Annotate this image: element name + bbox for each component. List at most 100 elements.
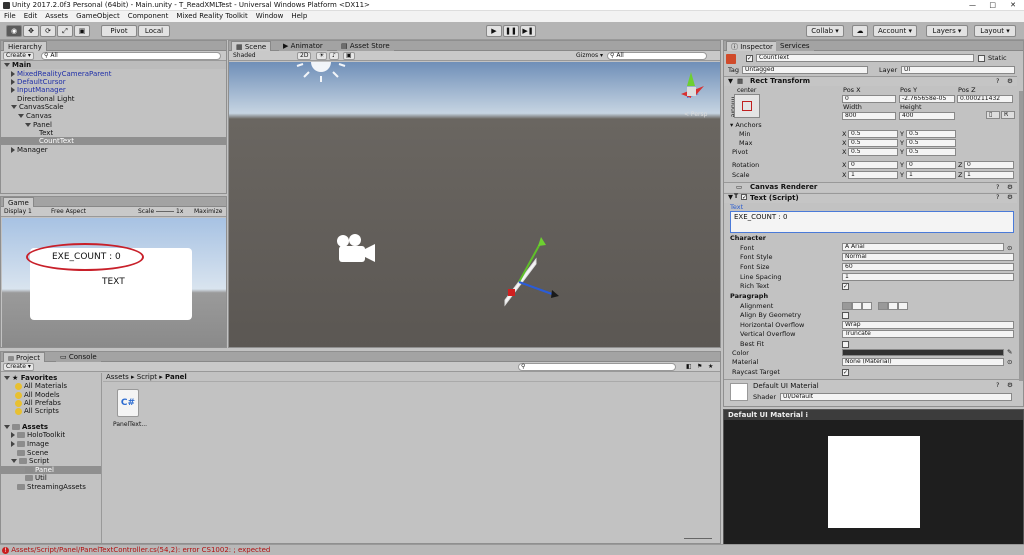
tab-game[interactable]: Game [3, 197, 34, 207]
line-spacing-field[interactable]: 1 [842, 273, 1014, 281]
pos-z-field[interactable]: 0.000211432 [957, 95, 1013, 103]
breadcrumb-assets[interactable]: Assets [106, 373, 129, 381]
project-search-input[interactable]: ⚲ [518, 363, 676, 371]
cloud-icon[interactable]: ☁ [852, 25, 868, 37]
scale-slider[interactable] [156, 211, 174, 212]
favorite-icon[interactable]: ★ [708, 362, 713, 372]
hierarchy-item[interactable]: InputManager [1, 86, 66, 94]
best-fit-checkbox[interactable] [842, 341, 849, 348]
rotation-y-field[interactable]: 0 [906, 161, 956, 169]
game-view[interactable]: EXE_COUNT : 0 TEXT [2, 218, 226, 347]
pivot-x-field[interactable]: 0.5 [848, 148, 898, 156]
settings-gear-icon[interactable]: ⚙ [1007, 193, 1013, 201]
anchor-max-y-field[interactable]: 0.5 [906, 139, 956, 147]
menu-component[interactable]: Component [124, 11, 173, 22]
eyedropper-icon[interactable]: ✎ [1007, 348, 1012, 356]
audio-toggle-icon[interactable]: ♪ [329, 52, 339, 60]
material-preview-image[interactable] [828, 436, 920, 528]
tab-hierarchy[interactable]: Hierarchy [3, 41, 47, 51]
layout-button[interactable]: Layout ▾ [974, 25, 1016, 37]
shader-select[interactable]: UI/Default [780, 393, 1012, 401]
favorites-header[interactable]: ★ Favorites [1, 374, 57, 382]
align-center-button[interactable] [852, 302, 862, 310]
project-create-button[interactable]: Create ▾ [3, 363, 34, 371]
tab-project[interactable]: Project [3, 352, 45, 362]
move-tool-button[interactable]: ✥ [23, 25, 39, 37]
expand-icon[interactable]: ▼ [728, 193, 733, 201]
hierarchy-item[interactable]: MixedRealityCameraParent [1, 70, 111, 78]
scene-search-input[interactable]: ⚲ All [607, 52, 707, 60]
help-icon[interactable]: ? [996, 77, 999, 85]
pos-x-field[interactable]: 0 [842, 95, 896, 103]
settings-gear-icon[interactable]: ⚙ [1007, 77, 1013, 85]
font-style-select[interactable]: Normal [842, 253, 1014, 261]
menu-assets[interactable]: Assets [41, 11, 72, 22]
hand-tool-button[interactable]: ◉ [6, 25, 22, 37]
asset-file[interactable]: C# PanelText... [113, 389, 147, 433]
asset-folder[interactable]: HoloToolkit [1, 431, 65, 439]
tab-services[interactable]: Services [776, 41, 814, 51]
font-size-field[interactable]: 60 [842, 263, 1014, 271]
display-select[interactable]: Display 1 [4, 207, 32, 217]
tag-select[interactable]: Untagged [742, 66, 868, 74]
scene-root[interactable]: Main [1, 61, 226, 69]
favorite-item[interactable]: All Models [1, 391, 60, 399]
2d-toggle[interactable]: 2D [297, 52, 312, 60]
tab-inspector[interactable]: ⓘ Inspector [726, 41, 778, 51]
align-right-button[interactable] [862, 302, 872, 310]
settings-gear-icon[interactable]: ⚙ [1007, 381, 1013, 389]
hierarchy-search-input[interactable]: ⚲ All [41, 52, 221, 60]
anchor-min-y-field[interactable]: 0.5 [906, 130, 956, 138]
horizontal-overflow-select[interactable]: Wrap [842, 321, 1014, 329]
menu-mixed-reality-toolkit[interactable]: Mixed Reality Toolkit [172, 11, 251, 22]
collab-button[interactable]: Collab ▾ [806, 25, 844, 37]
hierarchy-item[interactable]: CanvasScale [1, 103, 64, 111]
hierarchy-create-button[interactable]: Create ▾ [3, 52, 34, 60]
menu-gameobject[interactable]: GameObject [72, 11, 124, 22]
hierarchy-item-selected[interactable]: CountText [1, 137, 226, 145]
icon-size-slider[interactable] [684, 538, 712, 539]
menu-window[interactable]: Window [252, 11, 288, 22]
tab-animator[interactable]: ▶ Animator [279, 41, 327, 51]
minimize-button[interactable]: — [969, 0, 976, 11]
hierarchy-item[interactable]: Text [1, 129, 53, 137]
object-name-field[interactable]: CountText [756, 54, 974, 62]
canvas-renderer-header[interactable]: Canvas Renderer [724, 182, 1017, 192]
rich-text-checkbox[interactable]: ✓ [842, 283, 849, 290]
font-field[interactable]: A Arial [842, 243, 1004, 251]
maximize-button[interactable]: □ [989, 0, 996, 11]
asset-folder[interactable]: Util [1, 474, 47, 482]
blueprint-button[interactable]: ▯ [986, 111, 1000, 119]
pivot-toggle-button[interactable]: Pivot [101, 25, 137, 37]
filter-by-label-icon[interactable]: ⚑ [697, 362, 702, 372]
align-top-button[interactable] [878, 302, 888, 310]
anchors-label[interactable]: ▾ Anchors [730, 121, 762, 129]
asset-folder[interactable]: StreamingAssets [1, 483, 86, 491]
hierarchy-item[interactable]: DefaultCursor [1, 78, 66, 86]
pos-y-field[interactable]: -2.765658e-05 [899, 95, 955, 103]
height-field[interactable]: 400 [899, 112, 955, 120]
layer-select[interactable]: UI [901, 66, 1015, 74]
text-value-textarea[interactable]: EXE_COUNT : 0 [730, 211, 1014, 233]
scale-z-field[interactable]: 1 [964, 171, 1014, 179]
rotate-tool-button[interactable]: ⟳ [40, 25, 56, 37]
favorite-item[interactable]: All Prefabs [1, 399, 61, 407]
lighting-toggle-icon[interactable]: ☀ [316, 52, 328, 60]
account-button[interactable]: Account ▾ [873, 25, 917, 37]
rect-transform-header[interactable]: Rect Transform [724, 76, 1017, 86]
asset-folder-selected[interactable]: Panel [1, 466, 101, 474]
favorite-item[interactable]: All Materials [1, 382, 67, 390]
help-icon[interactable]: ? [996, 183, 999, 191]
scale-x-field[interactable]: 1 [848, 171, 898, 179]
raycast-target-checkbox[interactable]: ✓ [842, 369, 849, 376]
step-button[interactable]: ▶❚ [520, 25, 536, 37]
align-middle-button[interactable] [888, 302, 898, 310]
rotation-z-field[interactable]: 0 [964, 161, 1014, 169]
object-picker-icon[interactable]: ⊙ [1007, 244, 1012, 252]
align-left-button[interactable] [842, 302, 852, 310]
breadcrumb-panel[interactable]: Panel [165, 373, 187, 381]
hierarchy-item[interactable]: Directional Light [1, 95, 75, 103]
preview-title[interactable]: Default UI Material ⁝ [724, 410, 1023, 420]
local-toggle-button[interactable]: Local [138, 25, 170, 37]
tab-asset-store[interactable]: ▤ Asset Store [337, 41, 394, 51]
